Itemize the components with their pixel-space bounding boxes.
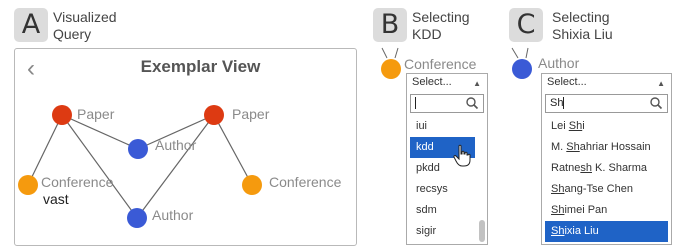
step-badge-c: C <box>509 8 543 42</box>
node-paper1-label: Paper <box>77 106 115 122</box>
search-icon[interactable] <box>649 96 663 110</box>
node-c-author-dot[interactable] <box>512 59 532 79</box>
author-search-caret <box>563 97 565 110</box>
node-c-stub-right <box>525 47 529 59</box>
node-paper2[interactable]: Paper <box>204 105 270 125</box>
conference-dropdown[interactable]: Select... ▲ iui kdd pkdd recsys sdm sigi… <box>406 73 488 245</box>
option-text-pre: M. <box>551 141 567 153</box>
list-item[interactable]: M. Shahriar Hossain <box>545 137 668 158</box>
option-text-match: Sh <box>566 141 580 153</box>
node-b-stub-left <box>381 47 388 59</box>
list-item[interactable]: iui <box>410 116 475 137</box>
node-paper1[interactable]: Paper <box>52 105 115 125</box>
conference-search-caret <box>415 97 416 110</box>
list-item[interactable]: sdm <box>410 200 475 221</box>
node-conf1[interactable]: Conference vast <box>18 174 114 207</box>
node-author2-dot[interactable] <box>127 208 147 228</box>
step-title-c-line1: Selecting <box>552 9 610 25</box>
conference-search-input[interactable] <box>410 94 484 113</box>
option-text-post: i <box>582 120 585 132</box>
node-b-stub-right <box>394 47 399 59</box>
node-b-conference-dot[interactable] <box>381 59 401 79</box>
list-item[interactable]: Shimei Pan <box>545 200 668 221</box>
list-item[interactable]: sigir <box>410 221 475 242</box>
conference-select[interactable]: Select... ▲ <box>407 74 487 92</box>
hand-cursor-icon <box>453 144 471 167</box>
option-text-post: K. Sharma <box>591 162 648 174</box>
node-paper2-dot[interactable] <box>204 105 224 125</box>
list-item[interactable]: Shixia Liu <box>545 221 668 242</box>
node-conf1-value: vast <box>43 191 69 207</box>
node-author2-label: Author <box>152 207 194 223</box>
step-title-b: Selecting KDD <box>412 9 470 43</box>
node-conf2[interactable]: Conference <box>242 174 342 195</box>
option-text-post: ang-Tse Chen <box>564 183 633 195</box>
node-conf2-dot[interactable] <box>242 175 262 195</box>
node-c-author-label: Author <box>538 55 580 71</box>
option-text-post: ahriar Hossain <box>579 141 651 153</box>
list-item[interactable]: Shang-Tse Chen <box>545 179 668 200</box>
step-title-c: Selecting Shixia Liu <box>552 9 613 43</box>
author-select[interactable]: Select... ▲ <box>542 74 671 92</box>
select-arrow-icon[interactable]: ▲ <box>473 75 481 92</box>
author-search-value: Sh <box>550 97 564 109</box>
option-text-pre: Ratne <box>551 162 581 174</box>
author-option-list: Lei Shi M. Shahriar Hossain Ratnesh K. S… <box>545 116 668 242</box>
author-dropdown[interactable]: Select... ▲ Sh Lei Shi M. Shahriar Hossa… <box>541 73 672 245</box>
conference-option-list: iui kdd pkdd recsys sdm sigir <box>410 116 475 242</box>
node-conf1-dot[interactable] <box>18 175 38 195</box>
search-icon[interactable] <box>465 96 479 110</box>
node-c-stub-left <box>511 47 519 59</box>
option-text-pre: Lei <box>551 120 569 132</box>
option-text-match: sh <box>580 162 592 174</box>
conference-select-value: Select... <box>412 76 452 88</box>
node-conf2-label: Conference <box>269 174 342 190</box>
conference-scrollbar-thumb[interactable] <box>479 220 485 242</box>
option-text-post: ixia Liu <box>564 225 599 237</box>
node-author1[interactable]: Author <box>128 137 197 159</box>
list-item[interactable]: Ratnesh K. Sharma <box>545 158 668 179</box>
node-author1-label: Author <box>155 137 197 153</box>
node-conf1-label: Conference <box>41 174 114 190</box>
edge-paper2-author2 <box>136 114 215 219</box>
option-text-match: Sh <box>551 183 565 195</box>
option-text-match: Sh <box>551 204 565 216</box>
step-title-c-line2: Shixia Liu <box>552 26 613 42</box>
option-text-match: Sh <box>551 225 565 237</box>
author-search-input[interactable]: Sh <box>545 94 668 113</box>
step-badge-b: B <box>373 8 407 42</box>
step-title-b-line2: KDD <box>412 26 442 42</box>
option-text-post: imei Pan <box>564 204 608 216</box>
list-item[interactable]: recsys <box>410 179 475 200</box>
edge-paper2-conf2 <box>213 114 253 186</box>
list-item[interactable]: Lei Shi <box>545 116 668 137</box>
option-text-match: Sh <box>568 120 583 132</box>
node-paper1-dot[interactable] <box>52 105 72 125</box>
edge-paper1-author2 <box>61 114 138 219</box>
step-title-b-line1: Selecting <box>412 9 470 25</box>
conference-scrollbar[interactable] <box>479 116 485 242</box>
node-paper2-label: Paper <box>232 106 270 122</box>
node-b-conference-label: Conference <box>404 56 477 72</box>
node-author2[interactable]: Author <box>127 207 194 228</box>
node-author1-dot[interactable] <box>128 139 148 159</box>
author-select-value: Select... <box>547 76 587 88</box>
select-arrow-icon[interactable]: ▲ <box>657 75 665 92</box>
